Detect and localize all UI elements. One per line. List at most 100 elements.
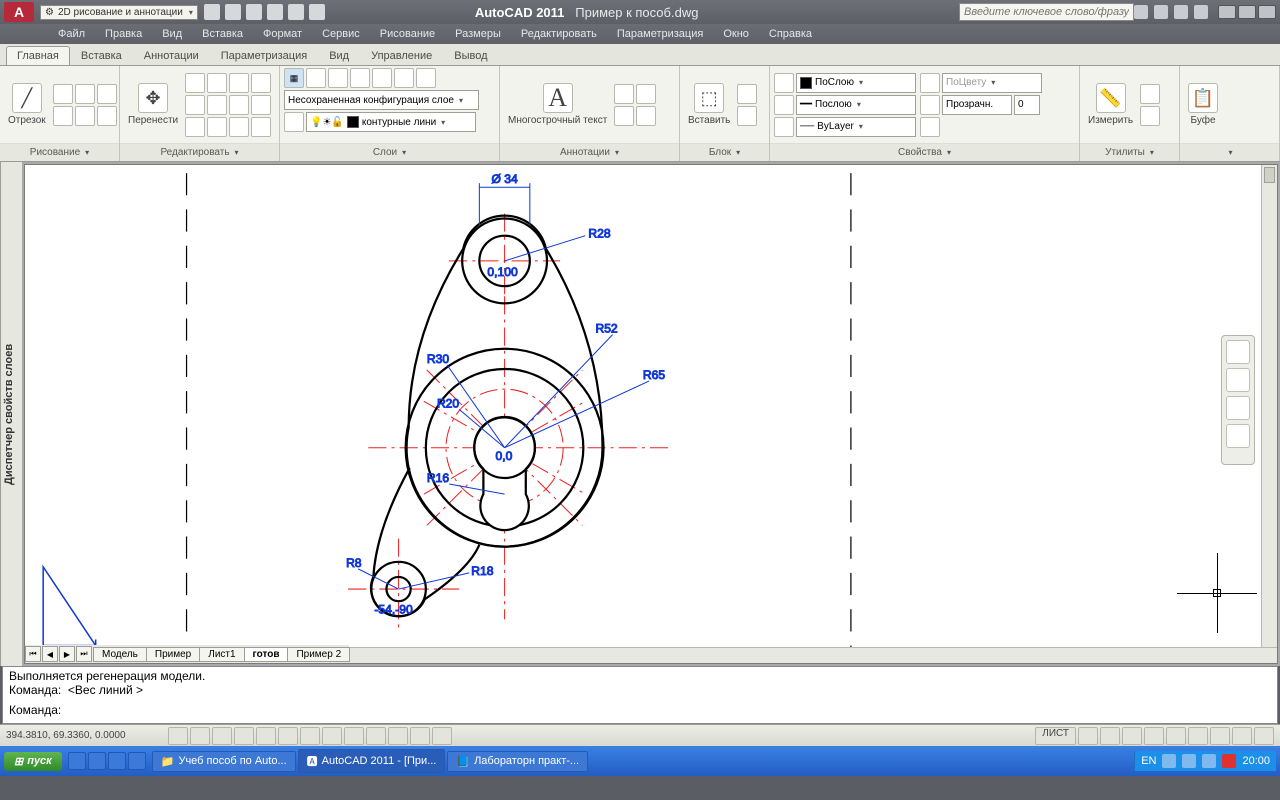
ellipse-icon[interactable] [75,106,95,126]
panel-layers-label[interactable]: Слои [280,143,499,161]
copy-icon[interactable] [185,73,205,93]
minimize-button[interactable] [1218,5,1236,19]
fillet-icon[interactable] [229,117,249,137]
cleanscreen-icon[interactable] [1254,727,1274,745]
coordinates-display[interactable]: 394.3810, 69.3360, 0.0000 [6,730,166,741]
panel-block-label[interactable]: Блок [680,143,769,161]
layer-lock-icon[interactable] [372,68,392,88]
tab-nav-first[interactable]: ⏮ [25,646,41,662]
edit-block-icon[interactable] [737,106,757,126]
cmd-prompt[interactable]: Команда: [9,703,1271,717]
modelspace-toggle[interactable]: ЛИСТ [1035,727,1076,745]
dyn-toggle[interactable] [344,727,364,745]
menu-insert[interactable]: Вставка [194,26,251,42]
plotstyle-selector[interactable]: ПоЦвету [942,73,1042,93]
workspace-selector[interactable]: ⚙2D рисование и аннотации [40,5,198,20]
polar-toggle[interactable] [234,727,254,745]
search-icon[interactable] [1134,5,1148,19]
sc-toggle[interactable] [432,727,452,745]
exchange-icon[interactable] [1154,5,1168,19]
app-logo-icon[interactable]: A [4,2,34,22]
menu-draw[interactable]: Рисование [372,26,443,42]
tab-nav-prev[interactable]: ◀ [42,646,58,662]
tray-icon-1[interactable] [1162,754,1176,768]
qv-drawings-icon[interactable] [1100,727,1120,745]
tab-annotate[interactable]: Аннотации [133,46,210,65]
ws-switch-icon[interactable] [1166,727,1186,745]
linetype-selector[interactable]: ── ByLayer [796,117,916,137]
layout-tab-2[interactable]: Лист1 [199,647,244,662]
command-window[interactable]: Выполняется регенерация модели. Команда:… [2,666,1278,724]
menu-view[interactable]: Вид [154,26,190,42]
tab-nav-next[interactable]: ▶ [59,646,75,662]
drawing-canvas[interactable]: Ø 34 R28 0,100 R52 R65 R30 R20 R16 0,0 R… [25,165,1277,656]
start-button[interactable]: ⊞ пуск [4,752,62,771]
osnap-toggle[interactable] [256,727,276,745]
leader-icon[interactable] [636,84,656,104]
model-viewport[interactable]: Ø 34 R28 0,100 R52 R65 R30 R20 R16 0,0 R… [24,164,1278,664]
menu-edit[interactable]: Правка [97,26,150,42]
help-search-input[interactable] [959,3,1134,21]
toolbar-lock-icon[interactable] [1188,727,1208,745]
hardware-accel-icon[interactable] [1210,727,1230,745]
undo-icon[interactable] [267,4,283,20]
print-icon[interactable] [309,4,325,20]
panel-draw-label[interactable]: Рисование [0,143,119,161]
hatch-icon[interactable] [97,106,117,126]
ortho-toggle[interactable] [212,727,232,745]
plot-style-icon[interactable] [920,73,940,93]
layer-match-icon[interactable] [416,68,436,88]
ducs-toggle[interactable] [322,727,342,745]
isolate-icon[interactable] [1232,727,1252,745]
layer-iso-icon[interactable] [328,68,348,88]
transparency-icon[interactable] [920,95,940,115]
table-icon[interactable] [614,106,634,126]
layout-tab-4[interactable]: Пример 2 [287,647,350,662]
menu-file[interactable]: Файл [50,26,93,42]
save-icon[interactable] [246,4,262,20]
new-icon[interactable] [204,4,220,20]
ql-4[interactable] [128,752,146,770]
qp-toggle[interactable] [410,727,430,745]
list-icon[interactable] [920,117,940,137]
menu-format[interactable]: Формат [255,26,310,42]
maximize-button[interactable] [1238,5,1256,19]
annovis-icon[interactable] [1144,727,1164,745]
tray-icon-3[interactable] [1202,754,1216,768]
open-icon[interactable] [225,4,241,20]
layer-freeze-icon[interactable] [350,68,370,88]
erase-icon[interactable] [185,117,205,137]
menu-modify[interactable]: Редактировать [513,26,605,42]
ltype-icon[interactable] [774,117,794,137]
lineweight-selector[interactable]: ━━ Послою [796,95,916,115]
taskbar-item-1[interactable]: 📁 Учеб пособ по Auto... [152,751,296,772]
panel-properties-label[interactable]: Свойства [770,143,1079,161]
panel-modify-label[interactable]: Редактировать [120,143,279,161]
menu-window[interactable]: Окно [715,26,757,42]
annoscale-icon[interactable] [1122,727,1142,745]
otrack-toggle[interactable] [300,727,320,745]
tab-nav-last[interactable]: ⏭ [76,646,92,662]
scale-icon[interactable] [207,95,227,115]
match-prop-icon[interactable] [774,73,794,93]
trim-icon[interactable] [229,73,249,93]
redo-icon[interactable] [288,4,304,20]
viewcube-icon[interactable] [1226,340,1250,364]
tab-parametric[interactable]: Параметризация [210,46,318,65]
layout-tab-model[interactable]: Модель [93,647,147,662]
help-icon[interactable] [1194,5,1208,19]
clock[interactable]: 20:00 [1242,755,1270,767]
layer-config-selector[interactable]: Несохраненная конфигурация слое [284,90,479,110]
util1-icon[interactable] [1140,84,1160,104]
tray-icon-4[interactable] [1222,754,1236,768]
offset-icon[interactable] [251,95,271,115]
layer-properties-palette-tab[interactable]: Диспетчер свойств слоев [0,162,22,666]
tab-insert[interactable]: Вставка [70,46,133,65]
menu-help[interactable]: Справка [761,26,820,42]
tab-home[interactable]: Главная [6,46,70,65]
menu-dimensions[interactable]: Размеры [447,26,509,42]
chamfer-icon[interactable] [251,117,271,137]
tab-view[interactable]: Вид [318,46,360,65]
panel-utilities-label[interactable]: Утилиты [1080,143,1179,161]
layer-off-icon[interactable] [394,68,414,88]
